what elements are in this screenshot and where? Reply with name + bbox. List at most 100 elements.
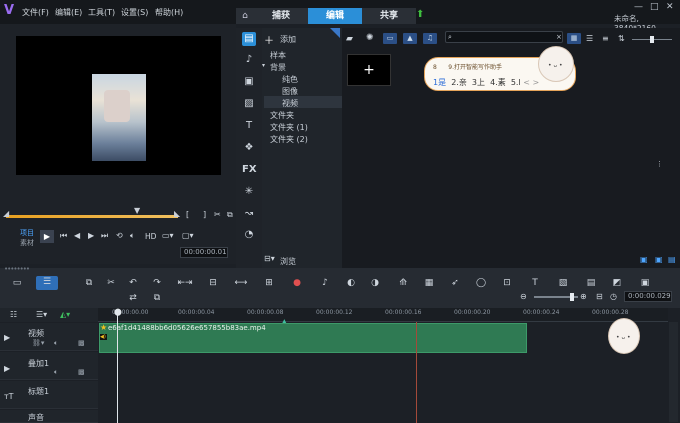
home-icon[interactable]: ⌂ [236,8,254,24]
3d-title-icon[interactable]: T [524,277,546,289]
timeline-view-icon[interactable]: ☰ [36,276,58,290]
timeline-duration[interactable]: 0:00:00.029 [624,291,672,302]
stabilize-icon[interactable]: ⟰ [392,277,414,289]
mark-out-icon[interactable]: ] [203,210,206,219]
redo-icon[interactable]: ↷ [146,277,168,289]
library-options-icon[interactable]: ▣ [640,255,648,264]
instant-project-icon[interactable]: ♪ [242,53,256,67]
tree-item-video[interactable]: 视频 [282,98,298,109]
minimize-button[interactable]: — [634,2,643,12]
view-detail-icon[interactable]: ≡ [602,34,609,43]
graphics-icon[interactable]: ❖ [242,141,256,155]
view-list-icon[interactable]: ☰ [586,34,593,43]
mode-clip[interactable]: 素材 [20,238,34,248]
path-icon[interactable]: ↝ [242,207,256,221]
library-expand-icon[interactable]: ▣ [655,255,663,264]
tree-item-folder[interactable]: 文件夹 [270,110,294,121]
trim-icon[interactable]: ⊞ [258,277,280,289]
timeline-scrollbar[interactable] [669,322,678,422]
zoom-slider-knob[interactable] [570,293,574,301]
storyboard-view-icon[interactable]: ▭ [6,277,28,289]
track-menu-icon[interactable]: ☰▾ [36,310,47,319]
motion-icon[interactable]: ◐ [340,277,362,289]
tab-share[interactable]: 共享 [362,8,416,24]
track-list-icon[interactable]: ☷ [10,310,17,319]
undo-icon[interactable]: ↶ [122,277,144,289]
ime-hint-text[interactable]: 9.打开智能写作助手 [448,64,502,71]
fx-filter-icon[interactable]: FX [242,163,257,177]
resize-icon[interactable]: ⧉ [227,210,233,220]
menu-settings[interactable]: 设置(S) [121,7,148,18]
ripple-icon[interactable]: ⟷ [230,277,252,289]
subtitle-icon[interactable]: ▧ [552,277,574,289]
tree-collapse-icon[interactable]: ▾ [262,62,265,69]
fit-project-icon[interactable]: ⊟ [596,292,603,301]
paint-icon[interactable]: ◩ [606,277,628,289]
mode-project[interactable]: 项目 [20,228,34,238]
next-frame-icon[interactable]: ▶ [88,231,94,240]
player-timecode[interactable]: 00:00:00.01 [180,247,228,258]
transition-icon[interactable]: ▣ [242,75,256,89]
audio-mix-icon[interactable]: ♪ [314,277,336,289]
playhead-handle-icon[interactable]: ⬤ [114,308,122,316]
play-button[interactable]: ▶ [40,230,54,243]
menu-file[interactable]: 文件(F) [22,7,49,18]
duration-clock-icon[interactable]: ◷ [610,292,617,301]
split-clip-icon[interactable]: ⊟ [202,277,224,289]
ime-prev-page[interactable]: < [523,78,530,87]
group-icon[interactable]: ⧉ [146,292,168,304]
tree-item-background[interactable]: 背景 [270,62,286,73]
playhead[interactable] [117,312,118,423]
screen-record-icon[interactable]: ▤ [580,277,602,289]
hd-toggle[interactable]: HD [145,232,156,241]
ime-candidate-2[interactable]: 2.亲 [451,78,467,87]
settings-gear-icon[interactable]: ✺ [366,33,374,43]
tree-item-folder-1[interactable]: 文件夹 (1) [270,122,308,133]
ime-candidate-3[interactable]: 3上 [472,78,485,87]
title-icon[interactable]: T [242,119,256,133]
library-panel-icon[interactable]: ▤ [668,255,676,264]
sort-icon[interactable]: ⇅ [618,34,625,43]
speed-icon[interactable]: ➶ [444,277,466,289]
ime-candidate-5[interactable]: 5.l [511,78,521,87]
trim-start-handle[interactable]: ◢ [3,209,11,218]
browse-icon[interactable]: ⊟▾ [264,254,275,263]
add-folder-label[interactable]: 添加 [280,34,296,45]
overlay-volume-icon[interactable]: 🔈︎ [54,368,58,377]
tab-capture[interactable]: 捕获 [254,8,308,24]
prev-frame-icon[interactable]: ◀ [74,231,80,240]
ime-candidate-4[interactable]: 4.素 [490,78,506,87]
overlay-grid-icon[interactable]: ▩ [78,368,85,376]
tree-item-solid-color[interactable]: 纯色 [282,74,298,85]
add-media-button[interactable]: + [347,54,391,86]
path-tool-icon[interactable]: ◯ [470,277,492,289]
tools-icon[interactable]: ✂ [100,277,122,289]
zoom-out-icon[interactable]: ⊖ [520,292,527,301]
tree-item-sample[interactable]: 样本 [270,50,286,61]
repeat-icon[interactable]: ⟲ [116,231,123,240]
crop-icon[interactable]: ⊡ [496,277,518,289]
multicam-icon[interactable]: ▦ [418,277,440,289]
display-ratio-icon[interactable]: ▭▾ [162,231,174,240]
menu-edit[interactable]: 编辑(E) [55,7,82,18]
clock-icon[interactable]: ◔ [242,228,256,242]
thumbnail-size-knob[interactable] [650,36,654,43]
trim-end-handle[interactable]: ◣ [174,209,182,218]
add-plus-icon[interactable]: ＋ [264,32,274,47]
maximize-button[interactable]: □ [650,2,659,12]
go-start-icon[interactable]: ⏮ [60,231,67,241]
split-icon[interactable]: ✂ [214,210,221,219]
view-thumbnail-icon[interactable]: ▦ [567,33,581,44]
color-grading-icon[interactable]: ● [286,277,308,289]
timeline-ruler[interactable]: 00:00:00.00 00:00:00.04 00:00:00.08 00:0… [98,308,668,322]
search-input[interactable] [445,31,563,43]
track-volume-icon[interactable]: 🔈︎ [54,339,58,348]
track-grid-icon[interactable]: ▩ [78,339,85,347]
ime-next-page[interactable]: > [533,78,540,87]
track-manager-icon[interactable]: ⧉ [78,277,100,289]
filter-audio-icon[interactable]: ♫ [423,33,437,44]
upload-icon[interactable]: ⬆ [416,9,424,20]
zoom-in-icon[interactable]: ⊕ [580,292,587,301]
gif-icon[interactable]: ▣ [634,277,656,289]
filter-image-icon[interactable]: ▲ [403,33,417,44]
